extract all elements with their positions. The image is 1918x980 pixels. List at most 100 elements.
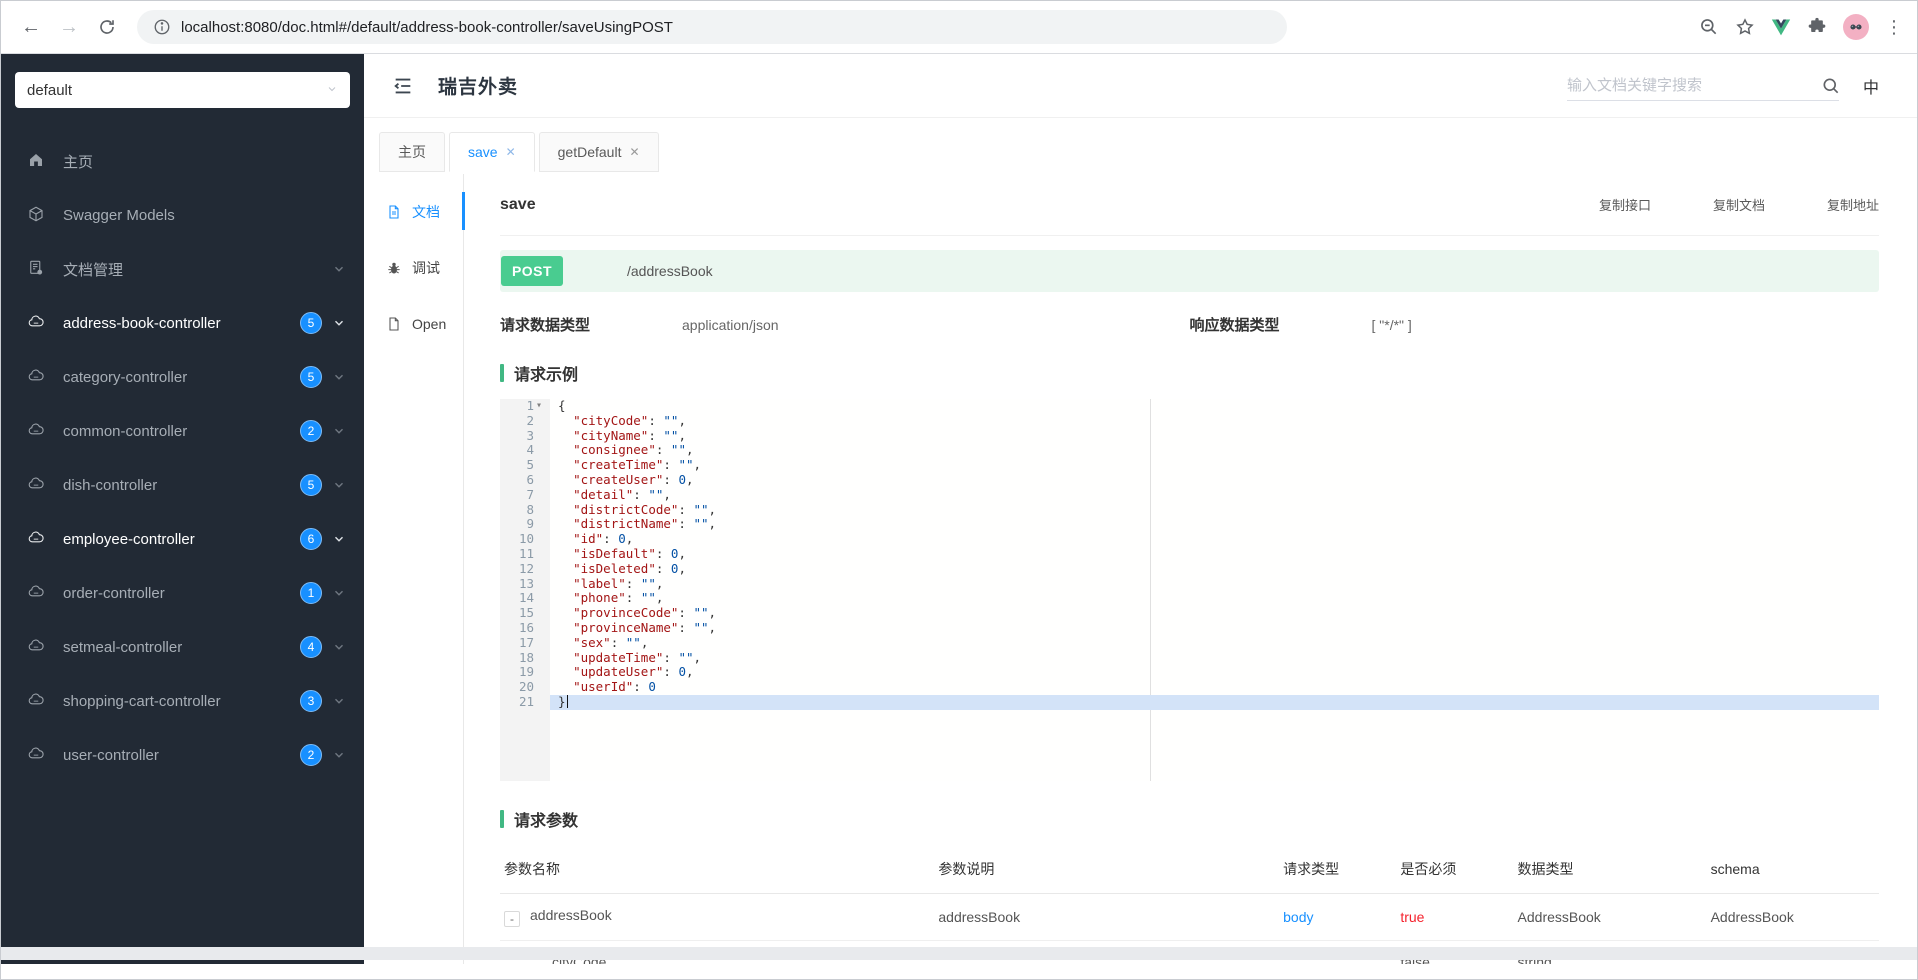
copy-link-复制地址[interactable]: 复制地址 [1827,195,1879,214]
param-col-header: 请求类型 [1279,845,1397,894]
zoom-out-icon[interactable] [1699,17,1719,37]
sidebar-item-文档管理[interactable]: 文档管理 [1,242,364,296]
browser-toolbar: ← → localhost:8080/doc.html#/default/add… [1,1,1917,54]
search-icon[interactable] [1821,76,1841,96]
extensions-puzzle-icon[interactable] [1807,17,1827,37]
line-number: 1 ▾ [526,399,543,414]
home-icon [27,151,47,171]
sidebar-item-label: 主页 [63,153,94,171]
line-number: 20 [518,679,534,695]
sidebar-collapse-icon[interactable] [392,75,414,97]
line-number: 13 [518,575,534,591]
api-count-badge: 2 [300,420,322,442]
copy-link-复制接口[interactable]: 复制接口 [1599,195,1651,214]
profile-avatar[interactable] [1843,14,1869,40]
sidebar-item-setmeal-controller[interactable]: setmeal-controller 4 [1,620,364,674]
api-group-select[interactable]: default [15,72,350,108]
api-count-badge: 1 [300,582,322,604]
param-required-cell: true [1396,893,1514,941]
chevron-down-icon [332,478,346,492]
line-number: 6 [526,471,534,487]
bookmark-star-icon[interactable] [1735,17,1755,37]
sidebar-item-address-book-controller[interactable]: address-book-controller 5 [1,296,364,350]
copy-link-复制文档[interactable]: 复制文档 [1713,195,1765,214]
chevron-down-icon [332,748,346,762]
controller-name: order-controller [63,584,165,602]
line-number: 8 [526,501,534,517]
browser-forward-icon[interactable]: → [53,11,85,43]
tab-save[interactable]: save ✕ [449,132,535,172]
browser-address-bar[interactable]: localhost:8080/doc.html#/default/address… [137,10,1287,44]
http-method-badge: POST [501,256,563,286]
sidebar-item-主页[interactable]: 主页 [1,134,364,188]
chevron-down-icon [332,316,346,330]
line-number: 4 [526,442,534,458]
code-text: "createUser": 0, [573,471,694,487]
param-in-body-link[interactable]: body [1283,909,1313,925]
sidebar-item-employee-controller[interactable]: employee-controller 6 [1,512,364,566]
sidebar-item-order-controller[interactable]: order-controller 1 [1,566,364,620]
code-line: 12 "isDeleted": 0, [500,560,1879,577]
tab-close-icon[interactable]: ✕ [629,145,639,159]
line-number: 12 [518,560,534,576]
json-code-editor[interactable]: 1 ▾{2 "cityCode": "", 3 "cityName": "", 4 "… [500,399,1879,781]
sidebar-item-common-controller[interactable]: common-controller 2 [1,404,364,458]
line-number: 3 [526,427,534,443]
tab-getDefault[interactable]: getDefault ✕ [538,132,659,172]
browser-refresh-icon[interactable] [91,11,123,43]
app-title: 瑞吉外卖 [438,77,519,98]
code-line: 17 "sex": "", [500,635,1879,651]
vue-devtools-icon[interactable] [1771,17,1791,37]
chevron-down-icon [332,370,346,384]
app-header: 瑞吉外卖 中 [364,54,1917,118]
api-method-row: POST /addressBook [500,250,1879,292]
api-icon [27,529,47,549]
api-count-badge: 5 [300,366,322,388]
fold-caret-icon[interactable]: ▾ [536,399,542,414]
controller-name: employee-controller [63,530,195,548]
tab-close-icon[interactable]: ✕ [506,145,516,159]
section-marker [500,810,504,828]
code-line: 8 "districtCode": "", [500,501,1879,518]
code-line: 19 "updateUser": 0, [500,664,1879,680]
controller-name: setmeal-controller [63,638,183,656]
code-text: } [558,693,568,709]
api-icon [27,745,47,765]
doc-menu-文档[interactable]: 文档 [364,184,465,240]
chevron-down-icon [332,424,346,438]
sidebar-item-user-controller[interactable]: user-controller 2 [1,728,364,782]
code-line: 6 "createUser": 0, [500,471,1879,488]
api-icon [27,421,47,441]
sidebar-item-shopping-cart-controller[interactable]: shopping-cart-controller 3 [1,674,364,728]
param-desc-cell: addressBook [934,893,1280,941]
param-col-header: 数据类型 [1513,845,1707,894]
page-info-icon[interactable] [153,18,171,36]
sidebar-item-Swagger Models[interactable]: Swagger Models [1,188,364,242]
collapse-toggle[interactable]: - [504,911,520,927]
request-type-label: 请求数据类型 [500,317,591,334]
doc-search-input[interactable] [1566,70,1839,101]
line-number: 16 [518,619,534,635]
line-number: 14 [518,590,534,606]
doc-menu-调试[interactable]: 调试 [364,240,463,296]
doc-menu-label: 文档 [412,204,440,220]
sidebar-item-dish-controller[interactable]: dish-controller 5 [1,458,364,512]
tab-主页[interactable]: 主页 [379,132,445,172]
param-reqtype-cell: body [1279,893,1397,941]
line-number: 15 [518,605,534,621]
api-icon [27,637,47,657]
code-text: "consignee": "", [573,442,694,458]
code-text: "label": "", [573,575,664,591]
line-number: 21 [518,693,534,709]
doc-menu-Open[interactable]: Open [364,296,463,352]
code-line: 3 "cityName": "", [500,427,1879,444]
param-name: addressBook [530,907,612,923]
code-line: 18 "updateTime": "", [500,649,1879,666]
horizontal-scrollbar[interactable] [1,947,1917,960]
browser-back-icon[interactable]: ← [15,11,47,43]
browser-menu-kebab-icon[interactable]: ⋮ [1885,18,1903,36]
code-line: 13 "label": "", [500,575,1879,592]
line-number: 18 [518,649,534,665]
language-toggle[interactable]: 中 [1863,74,1879,98]
sidebar-item-category-controller[interactable]: category-controller 5 [1,350,364,404]
